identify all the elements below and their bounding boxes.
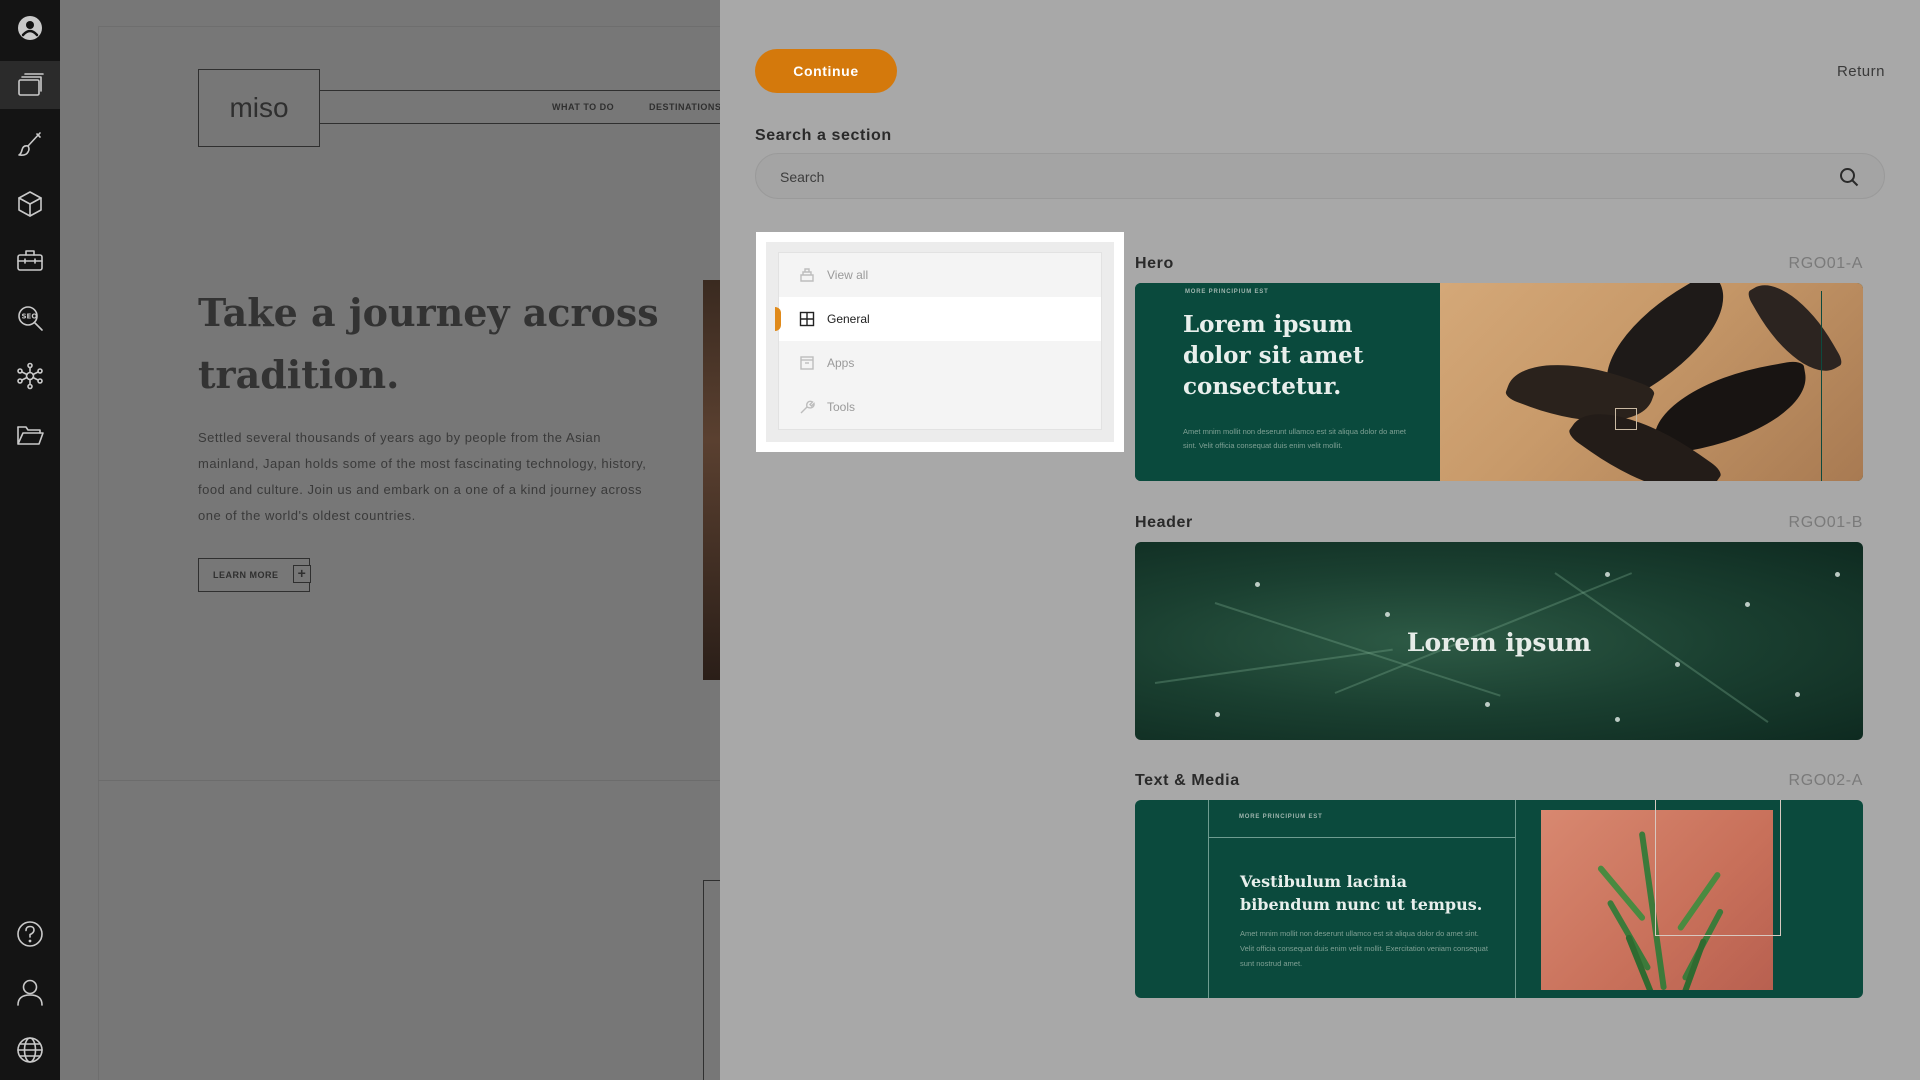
section-title: Hero — [1135, 255, 1174, 272]
category-apps[interactable]: Apps — [779, 341, 1101, 385]
category-label: General — [827, 312, 870, 326]
search-icon[interactable] — [1838, 166, 1860, 188]
water-drop — [1255, 582, 1260, 587]
search-input[interactable] — [780, 166, 1780, 188]
category-general[interactable]: General — [775, 297, 1101, 341]
folder-icon[interactable] — [0, 410, 60, 458]
globe-icon[interactable] — [0, 1026, 60, 1074]
preview-divider — [98, 780, 720, 781]
category-dropdown: View all General Apps Tools — [756, 232, 1124, 452]
toolbox-icon[interactable] — [0, 236, 60, 284]
thumb-photo — [1440, 283, 1863, 481]
category-label: View all — [827, 268, 869, 282]
logo-icon[interactable] — [0, 4, 60, 52]
grid-icon — [799, 311, 815, 327]
view-all-icon — [800, 268, 814, 282]
section-header: Hero RGO01-A — [1135, 255, 1863, 277]
thumb-heading: Lorem ipsum dolor sit amet consectetur. — [1183, 311, 1364, 400]
water-drop — [1615, 717, 1620, 722]
fern-leaf — [1624, 933, 1657, 990]
search-bar — [755, 153, 1885, 199]
layers-icon[interactable] — [0, 61, 60, 109]
site-logo: miso — [198, 69, 320, 147]
fern-leaf — [1596, 864, 1647, 922]
section-header: Text & Media RGO02-A — [1135, 772, 1863, 794]
water-drop — [1485, 702, 1490, 707]
search-section-label: Search a section — [755, 127, 892, 144]
seo-icon[interactable]: SEO — [0, 294, 60, 342]
site-preview: miso WHAT TO DO DESTINATIONS Take a jour… — [60, 0, 720, 1080]
thumb-heading: Lorem ipsum — [1406, 628, 1592, 657]
water-drop — [1605, 572, 1610, 577]
svg-text:SEO: SEO — [22, 313, 38, 321]
section-title: Header — [1135, 514, 1193, 531]
thumb-frame-line — [1810, 291, 1822, 481]
nav-destinations: DESTINATIONS — [649, 102, 720, 112]
brush-icon[interactable] — [0, 120, 60, 168]
nav-what-to-do: WHAT TO DO — [552, 102, 615, 112]
thumb-body: Amet mnim mollit non deserunt ullamco es… — [1183, 427, 1407, 450]
category-tools[interactable]: Tools — [779, 385, 1101, 429]
thumb-heading: Vestibulum lacinia bibendum nunc ut temp… — [1240, 872, 1483, 914]
category-list: View all General Apps Tools — [775, 252, 1102, 430]
section-header: Header RGO01-B — [1135, 514, 1863, 536]
section-code: RGO01-A — [1788, 255, 1863, 272]
thumb-text-box-line — [1208, 837, 1516, 838]
section-picker-panel: Continue Return Search a section View al… — [720, 0, 1920, 1080]
play-icon — [1615, 408, 1637, 430]
water-drop — [1795, 692, 1800, 697]
left-toolbar: SEO — [0, 0, 60, 1080]
preview-frame — [98, 26, 720, 1080]
water-drop — [1675, 662, 1680, 667]
help-icon[interactable] — [0, 910, 60, 958]
category-view-all[interactable]: View all — [779, 253, 1101, 297]
water-drop — [1835, 572, 1840, 577]
thumb-body: Amet mnim mollit non deserunt ullamco es… — [1240, 929, 1488, 968]
learn-more-label: LEARN MORE — [213, 570, 279, 580]
section-thumbnail[interactable]: MORE PRINCIPIUM EST Lorem ipsum dolor si… — [1135, 283, 1863, 481]
preview-hero-title: Take a journey across tradition. — [198, 290, 659, 397]
plus-icon: + — [293, 565, 311, 583]
section-card-header[interactable]: Header RGO01-B Lorem ipsum — [1135, 514, 1863, 740]
water-drop — [1385, 612, 1390, 617]
fern-leaf — [1679, 937, 1708, 990]
thumb-kicker: MORE PRINCIPIUM EST — [1185, 289, 1269, 295]
water-drop — [1745, 602, 1750, 607]
preview-photo — [703, 280, 720, 680]
category-label: Tools — [827, 400, 856, 414]
section-thumbnail[interactable]: MORE PRINCIPIUM EST Vestibulum lacinia b… — [1135, 800, 1863, 998]
section-thumbnail[interactable]: Lorem ipsum — [1135, 542, 1863, 740]
preview-lower-box — [703, 880, 720, 1080]
section-card-hero[interactable]: Hero RGO01-A MORE PRINCIPIUM EST Lorem i… — [1135, 255, 1863, 481]
category-dropdown-inner: View all General Apps Tools — [766, 242, 1114, 442]
network-icon[interactable] — [0, 352, 60, 400]
section-card-text-media[interactable]: Text & Media RGO02-A MORE PRINCIPIUM EST… — [1135, 772, 1863, 998]
preview-hero-body: Settled several thousands of years ago b… — [198, 430, 647, 523]
return-link[interactable]: Return — [1837, 63, 1885, 80]
wrench-icon — [800, 400, 815, 414]
section-title: Text & Media — [1135, 772, 1240, 789]
section-code: RGO02-A — [1788, 772, 1863, 789]
cube-icon[interactable] — [0, 180, 60, 228]
section-code: RGO01-B — [1788, 514, 1863, 531]
preview-learn-more-button: LEARN MORE + — [198, 558, 311, 592]
category-label: Apps — [827, 356, 855, 370]
thumb-frame-line — [1655, 800, 1781, 936]
water-drop — [1215, 712, 1220, 717]
continue-button[interactable]: Continue — [755, 49, 897, 93]
app-box-icon — [800, 356, 814, 370]
thumb-text-area: MORE PRINCIPIUM EST Lorem ipsum dolor si… — [1135, 283, 1440, 481]
user-icon[interactable] — [0, 968, 60, 1016]
thumb-kicker: MORE PRINCIPIUM EST — [1239, 814, 1323, 820]
